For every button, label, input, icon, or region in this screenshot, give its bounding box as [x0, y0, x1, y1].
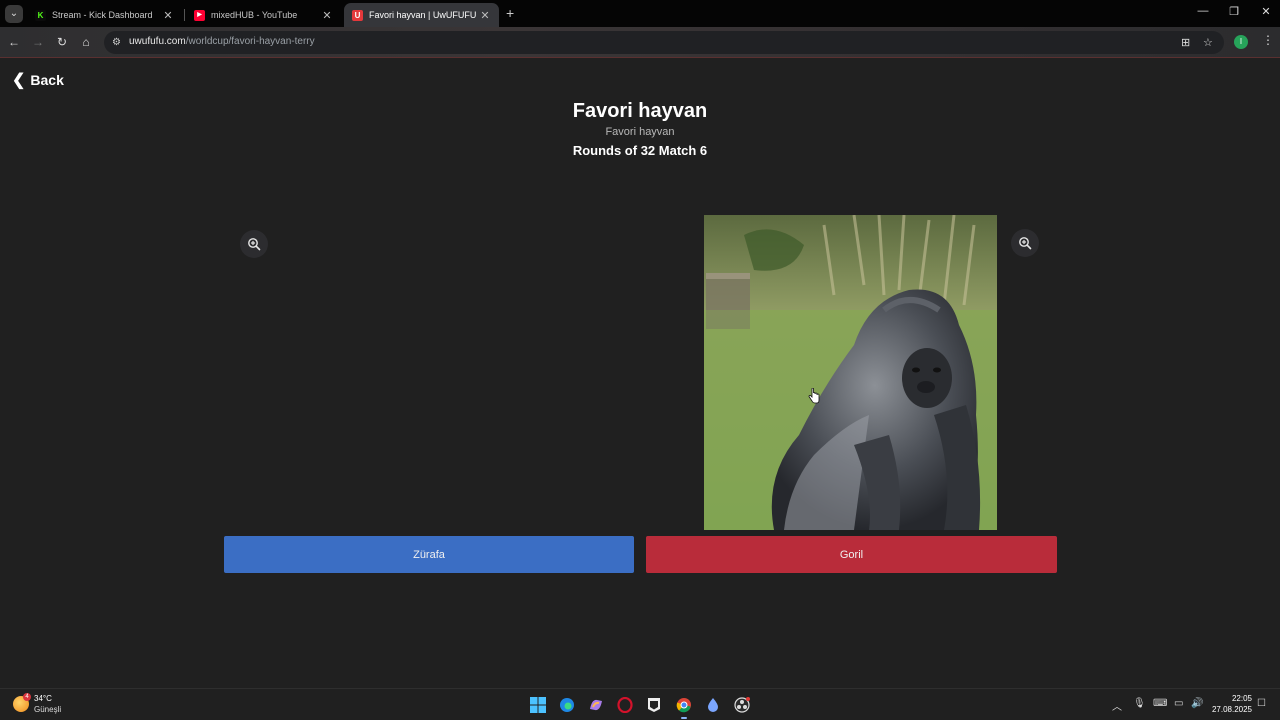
- weather-badge: 4: [23, 693, 31, 701]
- tab-title: Stream - Kick Dashboard: [52, 10, 153, 20]
- url-domain: uwufufu.com: [129, 36, 186, 47]
- opera-icon: [617, 697, 633, 713]
- tab-strip: ⌄ K Stream - Kick Dashboard ✕ ▶ mixedHUB…: [0, 0, 1280, 27]
- url-text[interactable]: uwufufu.com/worldcup/favori-hayvan-terry: [129, 36, 315, 47]
- back-label: Back: [30, 72, 64, 88]
- chrome-app-icon[interactable]: [673, 694, 695, 719]
- chrome-icon: [676, 698, 691, 713]
- tab-youtube[interactable]: ▶ mixedHUB - YouTube ✕: [186, 3, 341, 27]
- page-title: Favori hayvan: [572, 100, 708, 122]
- obs-icon: [734, 697, 750, 713]
- site-info-icon[interactable]: ⚙: [112, 37, 121, 48]
- profile-avatar[interactable]: I: [1234, 35, 1248, 49]
- start-button[interactable]: [527, 694, 549, 716]
- app-drop-icon: [708, 698, 718, 712]
- streaming-app-icon[interactable]: [731, 694, 753, 716]
- microphone-icon[interactable]: 🎙: [1133, 698, 1146, 709]
- keyboard-icon[interactable]: ⌨: [1153, 698, 1167, 709]
- taskbar: 4 34°C Güneşli ︿ 🎙 ⌨ ▭ 🔊 22:05 27.08.202…: [0, 688, 1280, 720]
- windows-logo-icon: [530, 697, 546, 713]
- choice-right-button[interactable]: Goril: [646, 536, 1057, 573]
- page-content: ❮ Back Favori hayvan Favori hayvan Round…: [0, 58, 1280, 688]
- chevron-left-icon: ❮: [12, 72, 26, 89]
- copilot-icon: [590, 699, 602, 711]
- youtube-icon: ▶: [194, 9, 205, 21]
- forward-arrow-icon[interactable]: →: [30, 34, 46, 50]
- notification-icon[interactable]: ☐: [1257, 698, 1266, 709]
- translate-icon[interactable]: ⊞: [1181, 36, 1190, 49]
- epic-games-icon: [648, 698, 660, 712]
- gorilla-image[interactable]: [704, 215, 997, 530]
- zoom-in-icon: [1019, 237, 1032, 250]
- opera-app-icon[interactable]: [614, 694, 636, 716]
- network-icon[interactable]: ▭: [1174, 698, 1183, 709]
- zoom-left-button[interactable]: [240, 230, 268, 258]
- bookmark-star-icon[interactable]: ☆: [1203, 36, 1213, 49]
- choice-left-button[interactable]: Zürafa: [224, 536, 634, 573]
- tab-title: mixedHUB - YouTube: [211, 10, 298, 20]
- edge-icon: [560, 698, 574, 712]
- zoom-right-button[interactable]: [1011, 229, 1039, 257]
- url-path: /worldcup/favori-hayvan-terry: [185, 36, 315, 47]
- tab-divider: [184, 9, 185, 21]
- edge-app-icon[interactable]: [556, 694, 578, 716]
- round-label: Rounds of 32 Match 6: [572, 143, 708, 158]
- kick-icon: K: [35, 9, 46, 21]
- minimize-button[interactable]: —: [1193, 5, 1213, 17]
- new-tab-button[interactable]: +: [506, 5, 514, 21]
- page-subtitle: Favori hayvan: [605, 126, 675, 138]
- clock-date[interactable]: 27.08.2025: [1208, 705, 1252, 714]
- clock-time[interactable]: 22:05: [1222, 694, 1252, 703]
- close-icon[interactable]: ✕: [162, 9, 174, 22]
- volume-icon[interactable]: 🔊: [1191, 698, 1203, 709]
- obs-app-icon[interactable]: [702, 694, 724, 716]
- address-bar[interactable]: ⚙ uwufufu.com/worldcup/favori-hayvan-ter…: [104, 31, 1224, 54]
- weather-description[interactable]: Güneşli: [34, 705, 61, 714]
- back-arrow-icon[interactable]: ←: [6, 34, 22, 50]
- copilot-app-icon[interactable]: [585, 694, 607, 716]
- close-icon[interactable]: ✕: [479, 9, 491, 22]
- hand-cursor-icon: [808, 388, 820, 404]
- tab-search-button[interactable]: ⌄: [5, 5, 23, 23]
- zoom-in-icon: [248, 238, 261, 251]
- reload-icon[interactable]: ↻: [54, 34, 70, 50]
- restore-button[interactable]: ❐: [1224, 5, 1244, 18]
- tab-uwufufu[interactable]: U Favori hayvan | UwUFUFU ✕: [344, 3, 499, 27]
- chevron-up-icon[interactable]: ︿: [1112, 698, 1122, 713]
- tab-kick-dashboard[interactable]: K Stream - Kick Dashboard ✕: [27, 3, 182, 27]
- tab-title: Favori hayvan | UwUFUFU: [369, 10, 477, 20]
- epic-games-app-icon[interactable]: [643, 694, 665, 716]
- browser-toolbar: ← → ↻ ⌂ ⚙ uwufufu.com/worldcup/favori-ha…: [0, 27, 1280, 58]
- close-icon[interactable]: ✕: [321, 9, 333, 22]
- weather-temperature[interactable]: 34°C: [34, 694, 52, 703]
- menu-kebab-icon[interactable]: ⋮: [1262, 33, 1274, 47]
- close-window-button[interactable]: ✕: [1256, 5, 1276, 18]
- uwufufu-icon: U: [352, 9, 363, 21]
- gorilla-photo: [704, 215, 997, 530]
- back-button[interactable]: ❮ Back: [12, 70, 64, 90]
- home-icon[interactable]: ⌂: [78, 34, 94, 50]
